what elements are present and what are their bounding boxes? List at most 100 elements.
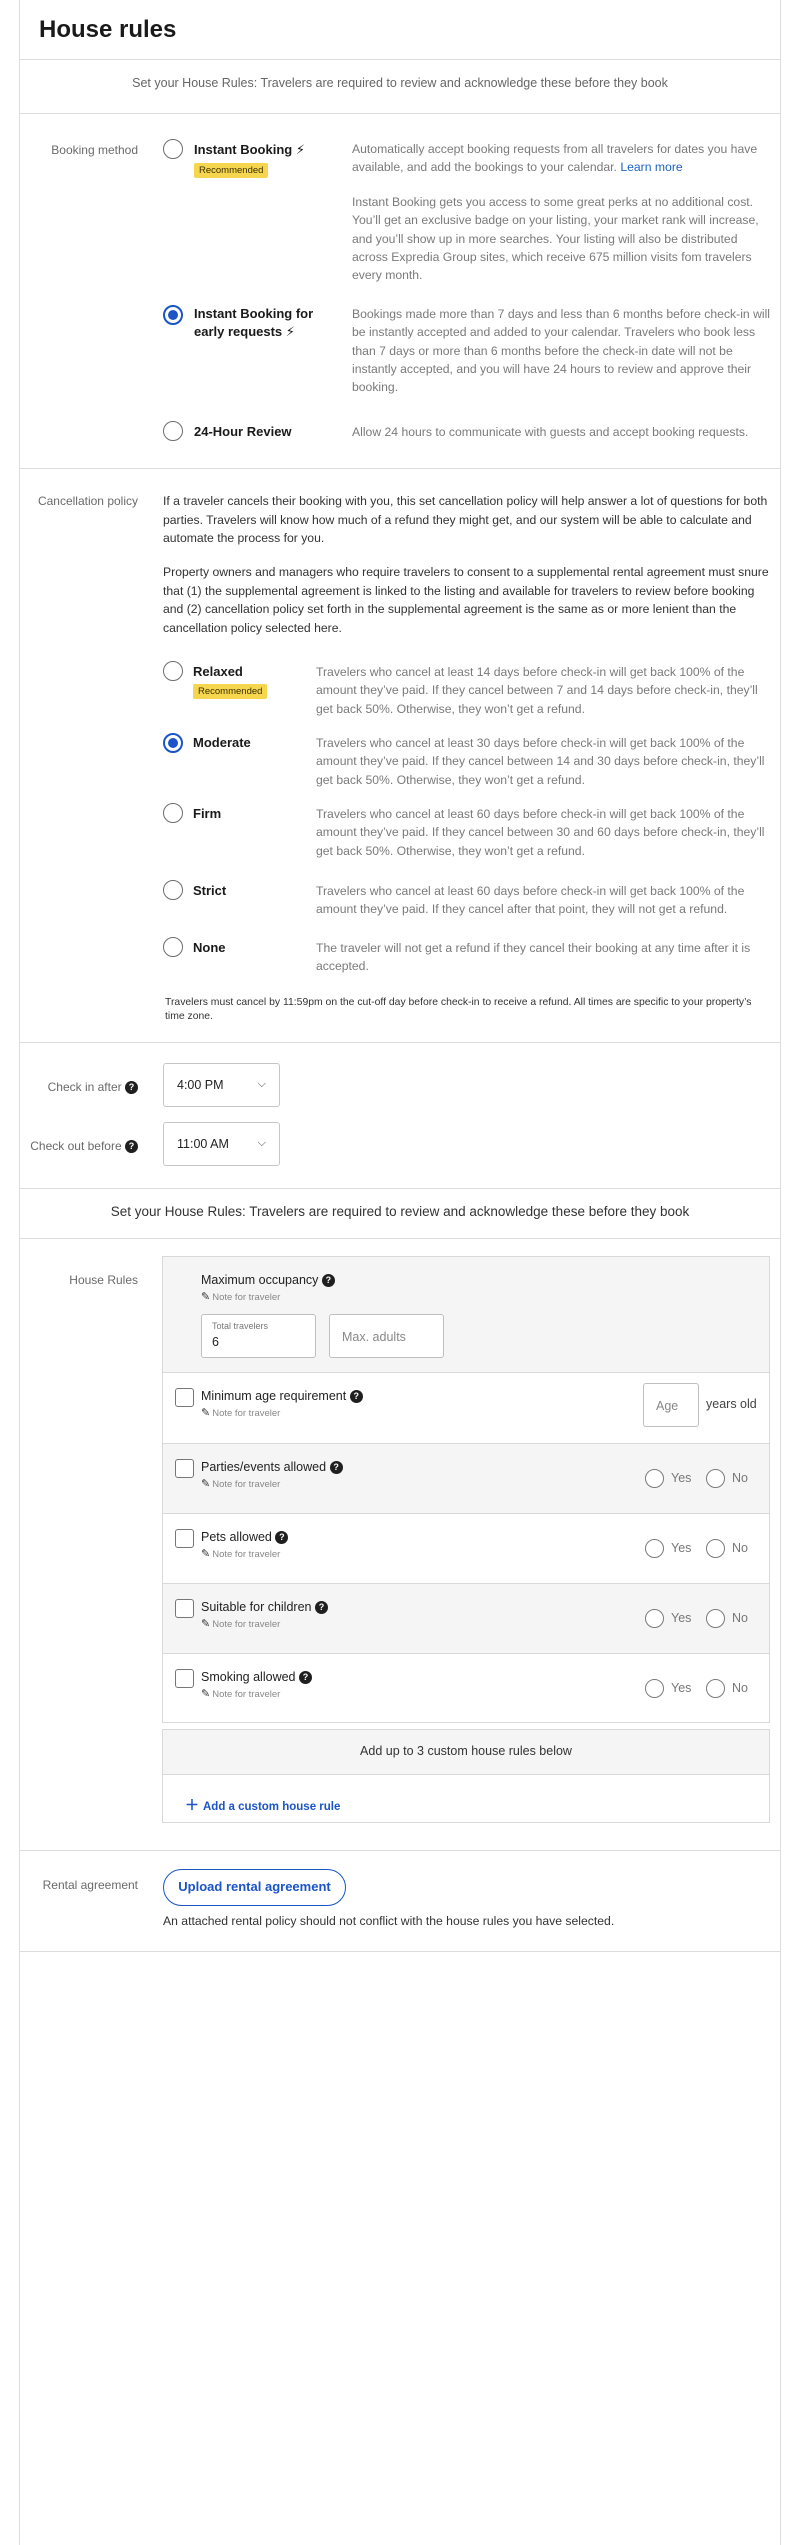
instant-booking-title: Instant Booking ⚡︎ xyxy=(194,142,305,157)
rule-row-smoking: Smoking allowed ? ✎ Note for traveler Yes… xyxy=(163,1653,769,1723)
divider xyxy=(20,1850,780,1851)
divider xyxy=(20,1042,780,1043)
strict-radio[interactable] xyxy=(163,880,183,900)
divider xyxy=(20,468,780,469)
24-hour-review-description: Allow 24 hours to communicate with guest… xyxy=(352,425,749,439)
chevron-down-icon: ⌵ xyxy=(257,1078,266,1090)
note-for-traveler[interactable]: ✎ Note for traveler xyxy=(201,1406,280,1419)
pencil-icon: ✎ xyxy=(201,1407,211,1419)
rule-row-children: Suitable for children ? ✎ Note for travel… xyxy=(163,1583,769,1653)
check-out-select[interactable]: 11:00 AM ⌵ xyxy=(163,1122,280,1166)
help-icon[interactable]: ? xyxy=(298,1671,312,1685)
help-icon[interactable]: ? xyxy=(314,1601,328,1615)
recommended-badge: Recommended xyxy=(194,163,269,178)
pencil-icon: ✎ xyxy=(201,1548,211,1560)
max-occupancy-row: Maximum occupancy ? ✎ Note for traveler T… xyxy=(163,1257,769,1372)
house-rules-label: House Rules xyxy=(69,1273,138,1287)
help-icon[interactable]: ? xyxy=(349,1390,363,1404)
help-icon[interactable]: ? xyxy=(321,1274,335,1288)
instant-booking-description: Automatically accept booking requests fr… xyxy=(352,142,758,175)
smoking-no-radio[interactable] xyxy=(706,1679,725,1698)
smoking-yes-radio[interactable] xyxy=(645,1679,664,1698)
moderate-title: Moderate xyxy=(193,735,251,750)
smoking-title: Smoking allowed ? xyxy=(201,1670,312,1685)
parties-yes-radio[interactable] xyxy=(645,1469,664,1488)
note-for-traveler[interactable]: ✎ Note for traveler xyxy=(201,1547,280,1560)
24-hour-review-title: 24-Hour Review xyxy=(194,424,292,439)
pencil-icon: ✎ xyxy=(201,1478,211,1490)
learn-more-link[interactable]: Learn more xyxy=(620,160,682,174)
age-field[interactable]: Age xyxy=(643,1383,699,1427)
booking-method-label: Booking method xyxy=(51,143,138,157)
relaxed-radio[interactable] xyxy=(163,661,183,681)
house-rules-subhead: Set your House Rules: Travelers are requ… xyxy=(132,76,668,90)
none-radio[interactable] xyxy=(163,937,183,957)
note-for-traveler[interactable]: ✎ Note for traveler xyxy=(201,1687,280,1700)
check-out-value: 11:00 AM xyxy=(177,1137,229,1151)
pets-title: Pets allowed ? xyxy=(201,1530,289,1545)
help-icon[interactable]: ? xyxy=(125,1140,138,1154)
years-old-label: years old xyxy=(706,1397,757,1411)
firm-title: Firm xyxy=(193,806,222,821)
no-label: No xyxy=(732,1541,748,1555)
cancellation-intro: If a traveler cancels their booking with… xyxy=(163,494,768,545)
yes-label: Yes xyxy=(671,1541,692,1555)
pets-no-radio[interactable] xyxy=(706,1539,725,1558)
note-for-traveler[interactable]: ✎ Note for traveler xyxy=(201,1617,280,1630)
title-bar: House rules xyxy=(20,0,780,60)
check-in-select[interactable]: 4:00 PM ⌵ xyxy=(163,1063,280,1107)
pets-checkbox[interactable] xyxy=(175,1529,194,1548)
instant-booking-radio[interactable] xyxy=(163,139,183,159)
24-hour-review-radio[interactable] xyxy=(163,421,183,441)
min-age-checkbox[interactable] xyxy=(175,1388,194,1407)
rule-row-pets: Pets allowed ? ✎ Note for traveler Yes No xyxy=(163,1513,769,1583)
divider xyxy=(20,1238,780,1239)
smoking-checkbox[interactable] xyxy=(175,1669,194,1688)
instant-booking-early-radio[interactable] xyxy=(163,305,183,325)
relaxed-title: Relaxed xyxy=(193,664,243,679)
children-no-radio[interactable] xyxy=(706,1609,725,1628)
pets-yes-radio[interactable] xyxy=(645,1539,664,1558)
upload-rental-agreement-button[interactable]: Upload rental agreement xyxy=(163,1869,346,1906)
help-icon[interactable]: ? xyxy=(125,1081,138,1095)
help-icon[interactable]: ? xyxy=(329,1461,343,1475)
custom-rules-header: Add up to 3 custom house rules below xyxy=(163,1730,769,1775)
add-custom-rule-link[interactable]: ＋ Add a custom house rule xyxy=(185,1795,340,1815)
divider xyxy=(20,1188,780,1189)
note-for-traveler[interactable]: ✎ Note for traveler xyxy=(201,1477,280,1490)
relaxed-description: Travelers who cancel at least 14 days be… xyxy=(316,665,758,716)
moderate-radio[interactable] xyxy=(163,733,183,753)
plus-icon: ＋ xyxy=(185,1797,199,1813)
page-title: House rules xyxy=(39,16,177,43)
firm-description: Travelers who cancel at least 60 days be… xyxy=(316,807,765,858)
moderate-description: Travelers who cancel at least 30 days be… xyxy=(316,736,765,787)
strict-title: Strict xyxy=(193,883,227,898)
none-description: The traveler will not get a refund if th… xyxy=(316,941,751,974)
instant-booking-early-description: Bookings made more than 7 days and less … xyxy=(352,307,770,395)
pencil-icon: ✎ xyxy=(201,1291,211,1303)
total-travelers-field[interactable]: Total travelers 6 xyxy=(201,1314,316,1358)
note-for-traveler[interactable]: ✎ Note for traveler xyxy=(201,1290,280,1303)
children-title: Suitable for children ? xyxy=(201,1600,328,1615)
min-age-row: Minimum age requirement ? ✎ Note for trav… xyxy=(163,1372,769,1443)
cancellation-footnote: Travelers must cancel by 11:59pm on the … xyxy=(165,997,752,1022)
pencil-icon: ✎ xyxy=(201,1688,211,1700)
children-checkbox[interactable] xyxy=(175,1599,194,1618)
parties-no-radio[interactable] xyxy=(706,1469,725,1488)
lightning-icon: ⚡︎ xyxy=(295,142,305,157)
rental-agreement-label: Rental agreement xyxy=(42,1878,138,1892)
cancellation-agreement-text: Property owners and managers who require… xyxy=(163,565,769,635)
instant-booking-perks: Instant Booking gets you access to some … xyxy=(352,195,759,283)
children-yes-radio[interactable] xyxy=(645,1609,664,1628)
no-label: No xyxy=(732,1611,748,1625)
divider xyxy=(20,113,780,114)
chevron-down-icon: ⌵ xyxy=(257,1137,266,1149)
parties-checkbox[interactable] xyxy=(175,1459,194,1478)
max-adults-field[interactable]: Max. adults xyxy=(329,1314,444,1358)
min-age-title: Minimum age requirement ? xyxy=(201,1389,363,1404)
house-rules-box: Maximum occupancy ? ✎ Note for traveler T… xyxy=(162,1256,770,1723)
rental-agreement-note: An attached rental policy should not con… xyxy=(163,1914,615,1928)
pencil-icon: ✎ xyxy=(201,1618,211,1630)
help-icon[interactable]: ? xyxy=(275,1531,289,1545)
firm-radio[interactable] xyxy=(163,803,183,823)
